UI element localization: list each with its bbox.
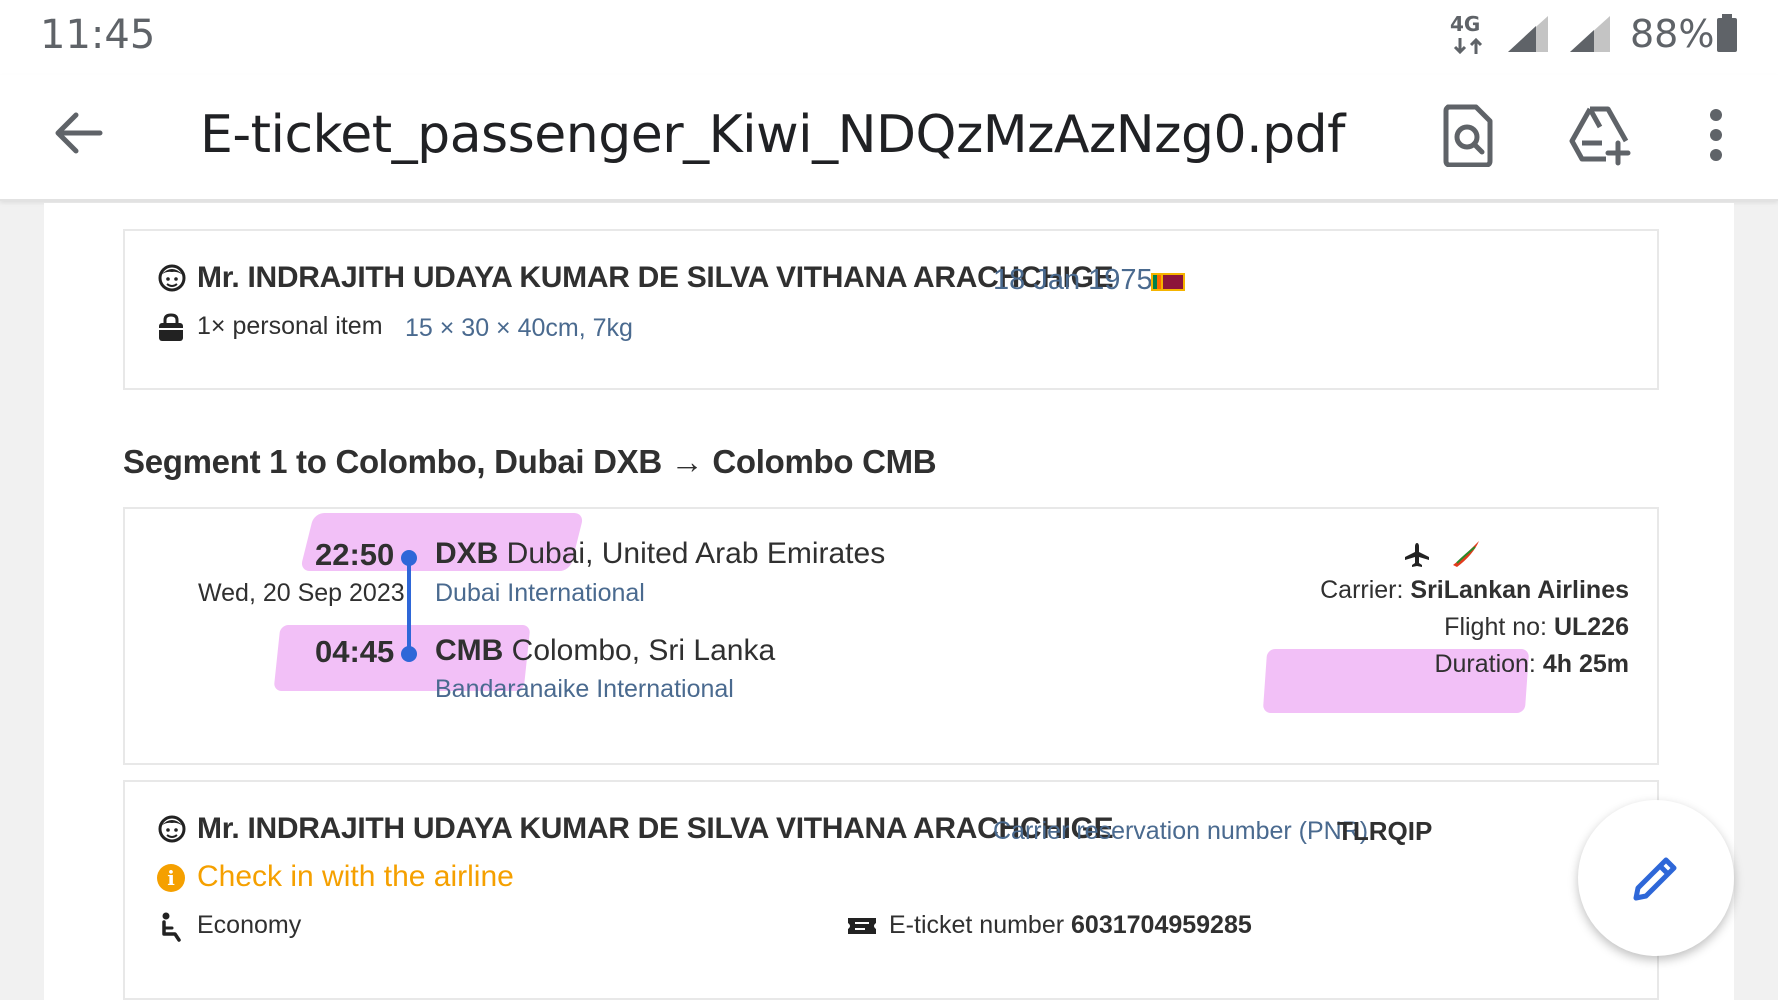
arrival-dot (401, 646, 417, 662)
departure-time: 22:50 (315, 537, 395, 572)
battery-percentage: 88% (1630, 12, 1715, 56)
personal-bag-icon (159, 313, 183, 341)
carrier-name: SriLankan Airlines (1410, 576, 1629, 604)
segment-card: 22:50 Wed, 20 Sep 2023 04:45 DXB Dubai, … (123, 507, 1659, 765)
passenger-face-icon (158, 264, 186, 292)
departure-date: Wed, 20 Sep 2023 (198, 579, 405, 607)
carrier-label: Carrier: (1320, 576, 1411, 604)
departure-city: Dubai, United Arab Emirates (498, 537, 886, 570)
eticket-info: E-ticket number 6031704959285 (889, 911, 1252, 940)
baggage-allowance: 1× personal item (197, 312, 383, 340)
pnr-value: TLRQIP (1337, 816, 1433, 846)
baggage-dimensions: 15 × 30 × 40cm, 7kg (405, 314, 633, 342)
seat-icon (162, 912, 181, 942)
back-arrow-icon[interactable] (50, 105, 106, 161)
passenger-card: Mr. INDRAJITH UDAYA KUMAR DE SILVA VITHA… (123, 229, 1659, 390)
airplane-icon (1405, 543, 1429, 567)
duration-info: Duration: 4h 25m (1434, 650, 1629, 679)
departure-code: DXB (435, 537, 499, 570)
flight-label: Flight no: (1444, 613, 1554, 641)
passenger-name: Mr. INDRAJITH UDAYA KUMAR DE SILVA VITHA… (197, 812, 1114, 845)
arrival-time: 04:45 (315, 634, 395, 669)
passenger-name: Mr. INDRAJITH UDAYA KUMAR DE SILVA VITHA… (197, 261, 1114, 294)
segment-title: Segment 1 to Colombo, Dubai DXB → Colomb… (123, 443, 937, 480)
app-bar: E-ticket_passenger_Kiwi_NDQzMzAzNzg0.pdf (0, 75, 1778, 201)
more-vert-icon[interactable] (1700, 103, 1732, 167)
add-to-drive-icon[interactable] (1568, 103, 1632, 167)
signal-strength-icon (1508, 16, 1548, 52)
flight-number: UL226 (1553, 613, 1629, 641)
status-time: 11:45 (40, 12, 156, 58)
srilankan-airlines-logo-icon (1453, 541, 1479, 567)
battery-icon (1717, 14, 1737, 52)
find-in-document-icon[interactable] (1440, 103, 1496, 167)
status-bar: 11:45 4G 88% (0, 0, 1778, 75)
info-icon: i (157, 864, 185, 892)
network-icon: 4G (1448, 12, 1484, 56)
pnr-label: Carrier reservation number (PNR) (993, 817, 1369, 845)
arrival-code: CMB (435, 634, 504, 667)
passenger-face-icon (158, 815, 186, 843)
document-title: E-ticket_passenger_Kiwi_NDQzMzAzNzg0.pdf (200, 105, 1345, 165)
booking-card: Mr. INDRAJITH UDAYA KUMAR DE SILVA VITHA… (123, 780, 1659, 1000)
pencil-icon (1633, 857, 1677, 901)
duration-label: Duration: (1434, 650, 1543, 678)
signal-strength-2-icon (1570, 16, 1610, 52)
departure-airport-name: Dubai International (435, 579, 645, 607)
passenger-dob: 18 Jan 1975 (993, 264, 1153, 296)
duration-value: 4h 25m (1542, 650, 1629, 678)
arrival-airport-line: CMB Colombo, Sri Lanka (435, 634, 775, 668)
checkin-notice[interactable]: Check in with the airline (197, 860, 514, 894)
flight-info: Flight no: UL226 (1444, 613, 1629, 642)
arrival-city: Colombo, Sri Lanka (503, 634, 776, 667)
arrival-airport-name: Bandaranaike International (435, 675, 734, 703)
eticket-label: E-ticket number (889, 911, 1072, 939)
ticket-icon (848, 918, 876, 934)
eticket-number: 6031704959285 (1071, 911, 1252, 939)
carrier-info: Carrier: SriLankan Airlines (1320, 576, 1629, 605)
edit-fab-button[interactable] (1578, 800, 1734, 956)
departure-airport-line: DXB Dubai, United Arab Emirates (435, 537, 885, 571)
sri-lanka-flag-icon (1151, 273, 1185, 291)
pdf-page[interactable]: Mr. INDRAJITH UDAYA KUMAR DE SILVA VITHA… (44, 203, 1734, 1000)
cabin-class: Economy (197, 911, 302, 939)
network-type: 4G (1450, 12, 1481, 36)
route-line (407, 558, 411, 651)
